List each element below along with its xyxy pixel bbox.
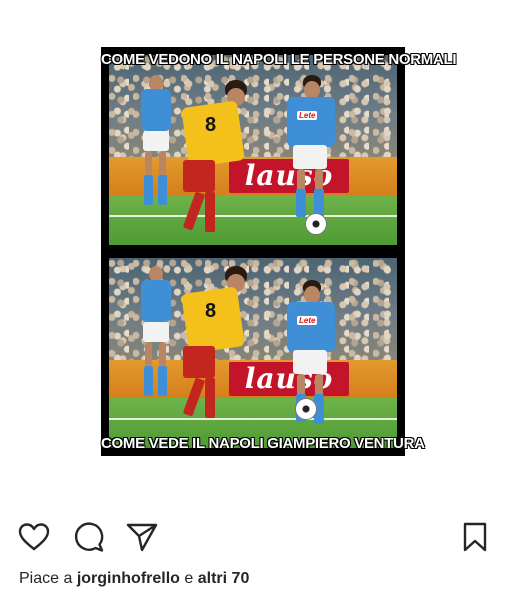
- bookmark-icon[interactable]: [458, 520, 492, 554]
- board-text: lauso: [229, 362, 349, 396]
- meme-caption-top: COME VEDONO IL NAPOLI LE PERSONE NORMALI: [101, 51, 457, 68]
- football: [305, 213, 327, 235]
- post-action-bar: [0, 520, 506, 560]
- meme-caption-bottom: COME VEDE IL NAPOLI GIAMPIERO VENTURA: [101, 435, 425, 452]
- shirt-sponsor: Lete: [297, 111, 318, 120]
- comment-icon[interactable]: [72, 520, 106, 554]
- post-image[interactable]: lauso 8 Lete lauso 8 Lete COME VEDONO IL…: [101, 47, 457, 456]
- likes-prefix: Piace a: [19, 570, 73, 587]
- football: [295, 398, 317, 420]
- shirt-sponsor: Lete: [297, 316, 318, 325]
- player-number: 8: [205, 300, 217, 322]
- meme-panel-top: lauso 8 Lete: [109, 55, 397, 245]
- pitch-line: [109, 418, 397, 420]
- likes-connector: e: [184, 570, 194, 587]
- likes-others-count[interactable]: altri 70: [198, 570, 250, 587]
- heart-icon[interactable]: [17, 520, 51, 554]
- player-number: 8: [205, 114, 217, 136]
- liked-by-username[interactable]: jorginhofrello: [77, 570, 180, 587]
- likes-summary: Piace a jorginhofrello e altri 70: [19, 570, 249, 588]
- meme-panel-bottom: lauso 8 Lete: [109, 258, 397, 448]
- pitch-line: [109, 215, 397, 217]
- send-icon[interactable]: [125, 520, 159, 554]
- board-text: lauso: [229, 159, 349, 193]
